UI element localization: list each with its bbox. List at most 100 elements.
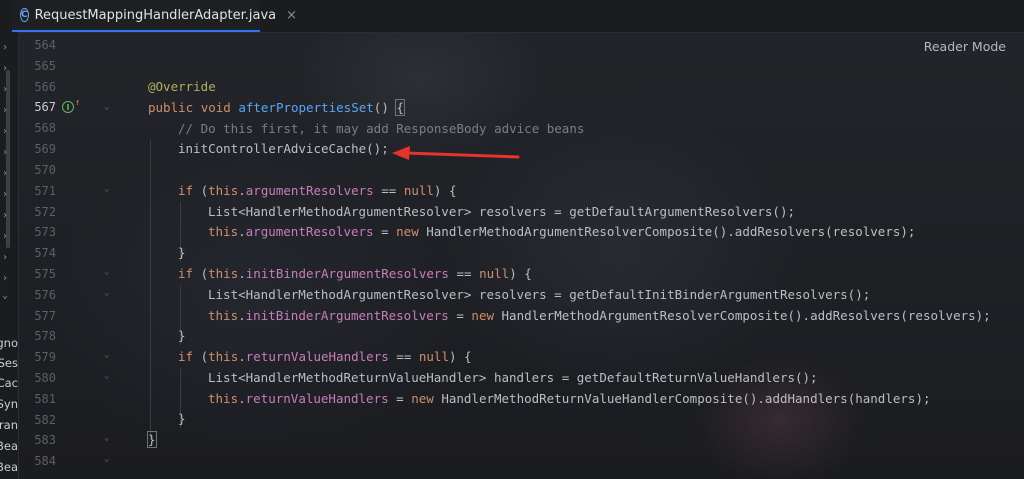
line-number: 569 <box>34 142 56 156</box>
matched-brace: } <box>147 431 157 448</box>
fold-icon[interactable]: ⌄ <box>104 371 114 381</box>
fold-icon[interactable]: ⌄ <box>104 267 114 277</box>
code-line-571: if (this.argumentResolvers == null) { <box>178 181 457 201</box>
code-line-573: this.argumentResolvers = new HandlerMeth… <box>208 222 915 242</box>
code-text: . <box>238 183 246 198</box>
field-name: argumentResolvers <box>245 224 374 239</box>
tab-filename: RequestMappingHandlerAdapter.java <box>34 7 277 23</box>
code-text: List<HandlerMethodArgumentResolver> reso… <box>208 204 795 219</box>
fold-icon[interactable]: ⌄ <box>104 350 114 360</box>
code-line-574: } <box>178 243 186 263</box>
chevron-right-icon[interactable]: › <box>2 273 14 285</box>
keyword: new <box>411 391 434 406</box>
fold-icon[interactable]: ⌄ <box>104 433 114 443</box>
code-text: List<HandlerMethodArgumentResolver> reso… <box>208 287 871 302</box>
code-text: == <box>448 266 480 281</box>
code-line-575: if (this.initBinderArgumentResolvers == … <box>178 264 532 284</box>
code-line-566: @Override <box>148 77 216 97</box>
keyword: this <box>208 391 239 406</box>
code-text: ( <box>193 183 209 198</box>
code-line-578: } <box>178 326 186 346</box>
code-text: == <box>373 183 404 198</box>
line-number: 564 <box>34 38 56 52</box>
code-text: initControllerAdviceCache(); <box>178 141 389 156</box>
indent-guide <box>150 140 151 440</box>
chevron-right-icon[interactable]: › <box>2 42 14 54</box>
code-text: = <box>373 224 397 239</box>
close-icon[interactable]: × <box>286 8 297 23</box>
line-number: 570 <box>34 163 56 177</box>
field-name: returnValueHandlers <box>245 391 389 406</box>
chevron-right-icon[interactable]: › <box>2 168 14 180</box>
code-text: == <box>388 349 419 364</box>
chevron-right-icon[interactable]: › <box>2 63 14 75</box>
java-class-icon: C <box>20 8 29 22</box>
keyword: if <box>178 183 194 198</box>
line-number: 580 <box>34 371 56 385</box>
keyword: this <box>208 308 239 323</box>
code-text: . <box>238 391 246 406</box>
fold-icon[interactable]: ⌄ <box>104 102 114 112</box>
code-text: = <box>388 391 412 406</box>
field-name: returnValueHandlers <box>245 349 389 364</box>
chevron-right-icon[interactable]: › <box>2 105 14 117</box>
comment: // Do this first, it may add ResponseBod… <box>178 121 585 136</box>
chevron-right-icon[interactable]: › <box>2 210 14 222</box>
line-number: 574 <box>34 246 56 260</box>
code-text: . <box>238 349 246 364</box>
code-text: . <box>238 266 246 281</box>
fold-icon[interactable]: ⌄ <box>104 454 114 464</box>
code-text: List<HandlerMethodReturnValueHandler> ha… <box>208 370 818 385</box>
line-number: 581 <box>34 392 56 406</box>
code-line-577: this.initBinderArgumentResolvers = new H… <box>208 306 991 326</box>
code-line-576: List<HandlerMethodArgumentResolver> reso… <box>208 285 870 305</box>
code-text: . <box>238 224 246 239</box>
code-text: } <box>178 245 186 260</box>
text-cursor <box>403 101 405 116</box>
keyword: null <box>479 266 510 281</box>
keyword: this <box>208 266 239 281</box>
keyword: this <box>208 224 239 239</box>
line-number: 575 <box>34 267 56 281</box>
code-line-580: List<HandlerMethodReturnValueHandler> ha… <box>208 368 818 388</box>
code-line-583: } <box>147 430 157 450</box>
chevron-right-icon[interactable]: › <box>2 126 14 138</box>
code-text: } <box>178 411 186 426</box>
chevron-down-icon[interactable]: ⌄ <box>2 290 14 302</box>
keyword: new <box>396 224 419 239</box>
code-text: ) { <box>509 266 532 281</box>
code-text: . <box>238 308 246 323</box>
field-name: initBinderArgumentResolvers <box>245 266 449 281</box>
code-text: ) { <box>448 349 472 364</box>
red-arrow-annotation <box>392 146 520 160</box>
tab-requestmappinghandleradapter[interactable]: C RequestMappingHandlerAdapter.java × <box>12 0 297 32</box>
fold-icon[interactable]: ⌄ <box>104 288 114 298</box>
annotation: @Override <box>148 79 216 94</box>
line-number: 576 <box>34 288 56 302</box>
chevron-right-icon[interactable]: › <box>2 84 14 96</box>
line-number-gutter[interactable]: 564 565 566 567 568 569 570 571 572 573 … <box>18 32 136 479</box>
line-number: 582 <box>34 413 56 427</box>
code-line-579: if (this.returnValueHandlers == null) { <box>178 347 472 367</box>
chevron-right-icon[interactable]: › <box>2 147 14 159</box>
code-line-567: public void afterPropertiesSet() { <box>148 98 405 118</box>
line-number: 572 <box>34 205 56 219</box>
code-text: ) { <box>433 183 457 198</box>
line-number: 578 <box>34 329 56 343</box>
code-text: () <box>373 100 397 115</box>
chevron-right-icon[interactable]: › <box>2 231 14 243</box>
fold-icon[interactable]: ⌄ <box>104 184 114 194</box>
line-number: 566 <box>34 80 56 94</box>
code-line-582: } <box>178 409 186 429</box>
keyword: new <box>471 308 494 323</box>
code-text: HandlerMethodArgumentResolverComposite()… <box>418 224 916 239</box>
chevron-right-icon[interactable]: › <box>2 252 14 264</box>
field-name: initBinderArgumentResolvers <box>245 308 449 323</box>
line-number: 579 <box>34 350 56 364</box>
keyword: this <box>208 183 239 198</box>
chevron-right-icon[interactable]: › <box>2 189 14 201</box>
keyword: this <box>208 349 239 364</box>
implementing-method-icon[interactable]: I <box>62 101 74 113</box>
code-editor[interactable]: @Override public void afterPropertiesSet… <box>147 32 1018 479</box>
keyword: if <box>178 349 194 364</box>
